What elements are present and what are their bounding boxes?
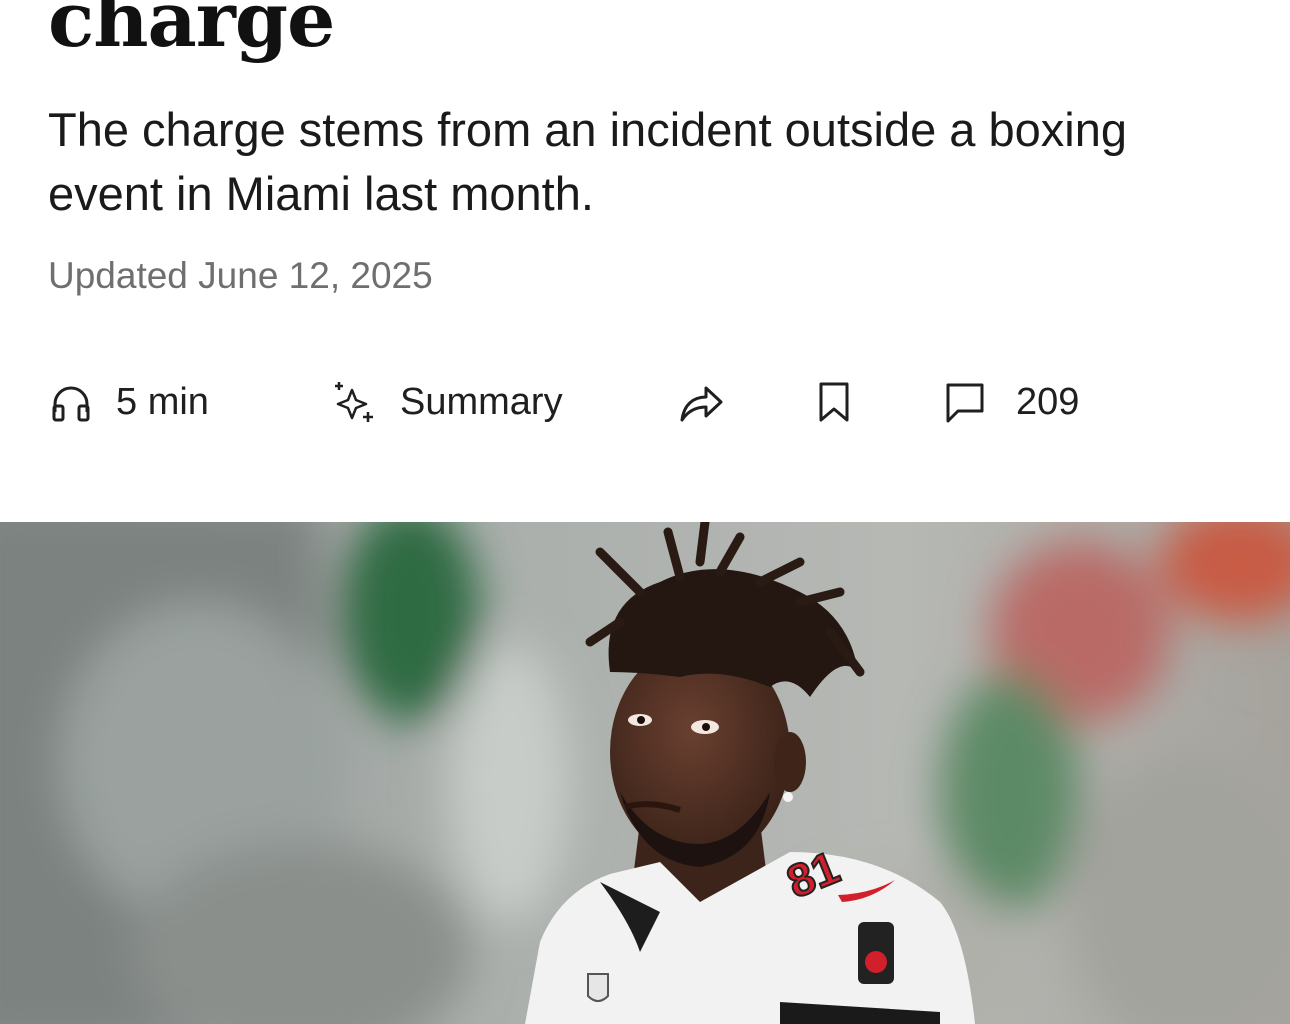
comments-button[interactable]: 209 xyxy=(944,372,1079,432)
bookmark-button[interactable] xyxy=(814,372,854,432)
headphones-icon xyxy=(50,382,92,422)
headline: charge xyxy=(48,0,335,64)
summary-label: Summary xyxy=(400,380,563,423)
bookmark-icon xyxy=(814,380,854,424)
hero-image[interactable]: 81 xyxy=(0,522,1290,1024)
updated-timestamp: Updated June 12, 2025 xyxy=(48,255,433,296)
comment-icon xyxy=(944,381,986,423)
share-button[interactable] xyxy=(678,372,724,432)
summary-button[interactable]: Summary xyxy=(332,372,563,432)
sparkle-icon xyxy=(332,380,376,424)
comment-count: 209 xyxy=(1016,380,1080,423)
listen-button[interactable]: 5 min xyxy=(50,372,209,432)
article-dek: The charge stems from an incident outsid… xyxy=(48,103,1127,220)
article-page: charge The charge stems from an incident… xyxy=(0,0,1290,1024)
share-arrow-icon xyxy=(678,380,724,424)
listen-duration: 5 min xyxy=(116,380,209,423)
